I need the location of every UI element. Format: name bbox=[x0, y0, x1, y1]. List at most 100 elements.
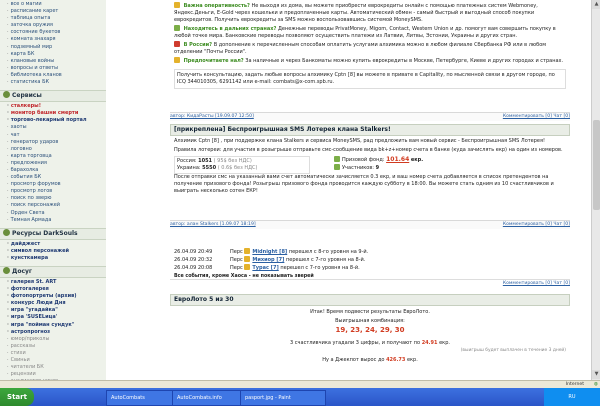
task-autocombats-info[interactable]: AutoCombats.info bbox=[172, 390, 242, 406]
card2-numbers: Россия: 1051 ( 95$ без НДС) Украина: 555… bbox=[174, 156, 566, 174]
task-autocombats[interactable]: AutoCombats bbox=[106, 390, 174, 406]
event-row: 26.04.09 20:49 Перс Midnight [8] перешел … bbox=[174, 248, 566, 256]
sidebar-item[interactable]: просмотр логов bbox=[7, 188, 106, 195]
russia-label: Россия: bbox=[177, 158, 197, 164]
card2-intro: Алхимик Cptn [8] , при поддержке клана S… bbox=[174, 138, 546, 144]
sidebar-item[interactable]: игра "пойман сундук" bbox=[7, 322, 106, 329]
sidebar-top-item[interactable]: подземный мир bbox=[7, 44, 106, 51]
event-player-link[interactable]: Midnight [8] bbox=[252, 249, 287, 255]
sidebar-item[interactable]: Орден Света bbox=[7, 210, 106, 217]
card2-author-link[interactable]: автор: алан Stalkers [1.09.07 18:19] bbox=[170, 222, 256, 227]
sidebar-item[interactable]: события БК bbox=[7, 174, 106, 181]
card1-comment-link[interactable]: Комментировать [0] Чат [0] bbox=[503, 113, 570, 121]
sidebar-item[interactable]: барахолка bbox=[7, 167, 106, 174]
card4-jackpot-unit: екр. bbox=[406, 357, 418, 363]
sidebar-item[interactable]: игра 'SUSELица' bbox=[7, 314, 106, 321]
question-icon bbox=[174, 2, 180, 8]
vertical-scrollbar[interactable]: ▲ ▼ bbox=[591, 0, 600, 388]
language-indicator[interactable]: RU bbox=[568, 394, 575, 400]
sidebar-item[interactable]: рассказы bbox=[7, 343, 106, 350]
sidebar-top-item[interactable]: таблица опыта bbox=[7, 15, 106, 22]
sidebar-item[interactable]: кунсткамера bbox=[7, 255, 106, 262]
sidebar-item[interactable]: логовно bbox=[7, 146, 106, 153]
sidebar-item[interactable]: просмотр форумов bbox=[7, 181, 106, 188]
sidebar-top-item[interactable]: состояние букетов bbox=[7, 29, 106, 36]
sidebar-section-title: Ресурсы DarkSouls bbox=[12, 229, 78, 237]
section-bullet-icon bbox=[3, 91, 10, 99]
sidebar-item[interactable]: символ персонажей bbox=[7, 248, 106, 255]
event-date: 26.04.09 20:49 bbox=[174, 249, 213, 255]
card1-author-link[interactable]: автор: КидаРасты [19.09.07 12:50] bbox=[170, 114, 254, 119]
scroll-down-arrow-icon[interactable]: ▼ bbox=[592, 370, 600, 379]
start-button[interactable]: Start bbox=[0, 388, 34, 406]
cash-icon bbox=[174, 57, 180, 63]
sidebar-item[interactable]: карта торговца bbox=[7, 153, 106, 160]
sidebar-item[interactable]: чат bbox=[7, 132, 106, 139]
participants-label: Участников: bbox=[342, 165, 374, 171]
sidebar-item[interactable]: поиск персонажей bbox=[7, 202, 106, 209]
sidebar-item[interactable]: юмор/приколы bbox=[7, 336, 106, 343]
sidebar-section-list: сталкеры!монитор башни смертиторгово-лек… bbox=[0, 102, 106, 225]
scroll-up-arrow-icon[interactable]: ▲ bbox=[592, 0, 600, 9]
sidebar-item[interactable]: игра "угадайка" bbox=[7, 307, 106, 314]
section-bullet-icon bbox=[3, 267, 10, 274]
sidebar-item[interactable]: стихи bbox=[7, 350, 106, 357]
sidebar-top-item[interactable]: все о магии bbox=[7, 1, 106, 8]
card-eurolotto: ЕвроЛото 5 из 30 Итак! Время подвести ре… bbox=[170, 294, 570, 378]
card4-line2: Выигрышная комбинация: bbox=[335, 318, 405, 324]
scrollbar-thumb[interactable] bbox=[593, 120, 600, 210]
sidebar-top-item[interactable]: комната знахаря bbox=[7, 36, 106, 43]
task-paint[interactable]: pasport.jpg - Paint bbox=[240, 390, 326, 406]
sidebar-item[interactable]: предложения bbox=[7, 160, 106, 167]
sidebar-item[interactable]: хаоты bbox=[7, 124, 106, 131]
sidebar-item[interactable]: генератор ударов bbox=[7, 139, 106, 146]
sidebar-item[interactable]: торгово-лекарный портал bbox=[7, 117, 106, 124]
event-player-link[interactable]: Михиор [7] bbox=[252, 257, 284, 263]
sidebar-section-list: дайджестсимвол персонажейкунсткамера bbox=[0, 240, 106, 263]
card4-w3-note: (выигрыш будет выплачен в течение 3 дней… bbox=[460, 348, 566, 353]
sidebar-top-item[interactable]: расписание карет bbox=[7, 8, 106, 15]
sidebar-item[interactable]: рецензии bbox=[7, 371, 106, 378]
sidebar-top-item[interactable]: статистика БК bbox=[7, 79, 106, 86]
system-tray: RU bbox=[544, 388, 600, 406]
event-date: 26.04.09 20:32 bbox=[174, 257, 213, 263]
sidebar-top-item[interactable]: вопросы и ответы bbox=[7, 65, 106, 72]
card-buy-ekr: Важна оперативность? Не выходя из дома, … bbox=[170, 0, 570, 121]
q2-title: Находитесь в дальних странах? bbox=[183, 26, 277, 32]
card4-jackpot-amount: 426.73 bbox=[386, 357, 406, 363]
card4-w3-amount: 24.91 bbox=[421, 340, 438, 346]
sidebar-section-header: Ресурсы DarkSouls bbox=[0, 227, 106, 240]
sidebar-top-item[interactable]: заточка оружия bbox=[7, 22, 106, 29]
event-person-label: Перс bbox=[230, 257, 243, 263]
sidebar-item[interactable]: дайджест bbox=[7, 241, 106, 248]
card4-line1: Итак! Время подвести результаты ЕвроЛото… bbox=[310, 309, 430, 315]
section-bullet-icon bbox=[3, 228, 10, 236]
sidebar-item[interactable]: читатели БК bbox=[7, 364, 106, 371]
sidebar-item[interactable]: астропрогноз bbox=[7, 329, 106, 336]
sidebar-top-item[interactable]: библиотека кланов bbox=[7, 72, 106, 79]
sidebar-section-list: галерея St. ARTфотогалереяфотопортреты (… bbox=[0, 278, 106, 388]
ukraine-price: ( 0.6$ без НДС) bbox=[217, 165, 258, 171]
q3: В России? В дополнение к перечисленным с… bbox=[174, 41, 566, 56]
card2-comment-link[interactable]: Комментировать [0] Чат [0] bbox=[503, 221, 570, 229]
consult-text: Получить консультацию, задать любые вопр… bbox=[177, 72, 555, 85]
card3-comment-link[interactable]: Комментировать [0] Чат [0] bbox=[503, 280, 570, 287]
sidebar-item[interactable]: Свиньи bbox=[7, 357, 106, 364]
sidebar-section-title: Сервисы bbox=[12, 92, 42, 100]
russia-price: ( 95$ без НДС) bbox=[213, 158, 252, 164]
sidebar-item[interactable]: фотопортреты (архив) bbox=[7, 293, 106, 300]
card3-footer: Комментировать [0] Чат [0] bbox=[170, 279, 570, 287]
card4-title: ЕвроЛото 5 из 30 bbox=[170, 294, 570, 306]
card-events: 26.04.09 20:49 Перс Midnight [8] перешел … bbox=[170, 246, 570, 288]
ukraine-label: Украина: bbox=[177, 165, 201, 171]
event-player-link[interactable]: Турас [7] bbox=[252, 265, 278, 271]
participants-value: 9 bbox=[375, 165, 380, 171]
prize-unit: екр. bbox=[410, 157, 424, 163]
event-date: 26.04.09 20:08 bbox=[174, 265, 213, 271]
main-content: Важна оперативность? Не выходя из дома, … bbox=[110, 0, 586, 388]
event-text: перешел с 8-го уровня на 9-й. bbox=[288, 249, 369, 255]
sidebar-top-item[interactable]: клановые войны bbox=[7, 58, 106, 65]
event-row: 26.04.09 20:08 Перс Турас [7] перешел с 7… bbox=[174, 264, 566, 272]
sidebar-top-item[interactable]: карта БК bbox=[7, 51, 106, 58]
sidebar-item[interactable]: Темная Армада bbox=[7, 217, 106, 224]
